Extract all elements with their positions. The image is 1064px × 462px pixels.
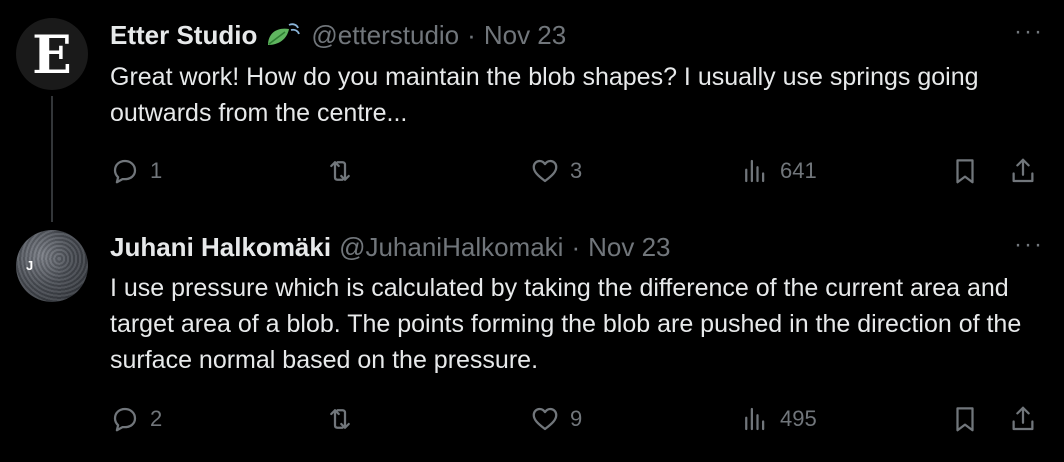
- share-icon: [1012, 406, 1034, 431]
- tweet-text: I use pressure which is calculated by ta…: [110, 274, 1022, 374]
- retweet-button[interactable]: [325, 156, 365, 186]
- separator: ·: [571, 232, 581, 262]
- heart-icon: [532, 159, 558, 183]
- share-button[interactable]: [1008, 404, 1038, 434]
- bookmark-button[interactable]: [950, 156, 980, 186]
- leaf-wind-icon: [265, 21, 301, 49]
- bookmark-icon: [956, 159, 974, 184]
- author-handle[interactable]: @JuhaniHalkomaki: [339, 231, 563, 263]
- tweet[interactable]: E Etter Studio @etterstudio · Nov 23 ···…: [0, 0, 1064, 222]
- avatar[interactable]: J: [16, 230, 88, 302]
- retweet-icon: [330, 409, 350, 429]
- action-bar: 1 3 641: [110, 156, 1050, 188]
- share-button[interactable]: [1008, 156, 1038, 186]
- bookmark-icon: [956, 407, 974, 432]
- views-chart-icon: [745, 407, 765, 431]
- tweet-text: Great work! How do you maintain the blob…: [110, 63, 979, 127]
- like-button[interactable]: 3: [530, 156, 582, 186]
- tweet-header: Juhani Halkomäki @JuhaniHalkomaki · Nov …: [110, 231, 671, 263]
- avatar-letter: E: [32, 25, 72, 86]
- thread-line: [51, 96, 53, 222]
- reply-button[interactable]: 1: [110, 156, 162, 186]
- like-count: 9: [570, 406, 583, 431]
- more-options-button[interactable]: ···: [1014, 231, 1044, 259]
- bookmark-button[interactable]: [950, 404, 980, 434]
- views-chart-icon: [745, 159, 765, 183]
- reply-button[interactable]: 2: [110, 404, 162, 434]
- like-count: 3: [570, 158, 583, 183]
- share-icon: [1012, 158, 1034, 183]
- reply-icon: [113, 159, 137, 184]
- view-count: 495: [780, 406, 817, 431]
- tweet-header: Etter Studio @etterstudio · Nov 23: [110, 19, 566, 51]
- view-count: 641: [780, 158, 817, 183]
- like-button[interactable]: 9: [530, 404, 582, 434]
- views-button[interactable]: 495: [740, 404, 817, 434]
- more-options-button[interactable]: ···: [1014, 18, 1044, 46]
- author-name[interactable]: Etter Studio: [110, 19, 257, 51]
- separator: ·: [467, 20, 476, 50]
- avatar[interactable]: E: [16, 18, 88, 90]
- heart-icon: [532, 407, 558, 431]
- tweet-date[interactable]: Nov 23: [484, 19, 566, 51]
- action-bar: 2 9 495: [110, 404, 1050, 436]
- reply-icon: [113, 407, 137, 432]
- views-button[interactable]: 641: [740, 156, 817, 186]
- avatar-letter: J: [26, 258, 34, 273]
- retweet-icon: [330, 161, 350, 181]
- reply-count: 2: [150, 406, 163, 431]
- author-handle[interactable]: @etterstudio: [311, 19, 459, 51]
- tweet-date[interactable]: Nov 23: [588, 231, 670, 263]
- retweet-button[interactable]: [325, 404, 365, 434]
- author-name[interactable]: Juhani Halkomäki: [110, 231, 331, 263]
- reply-count: 1: [150, 158, 163, 183]
